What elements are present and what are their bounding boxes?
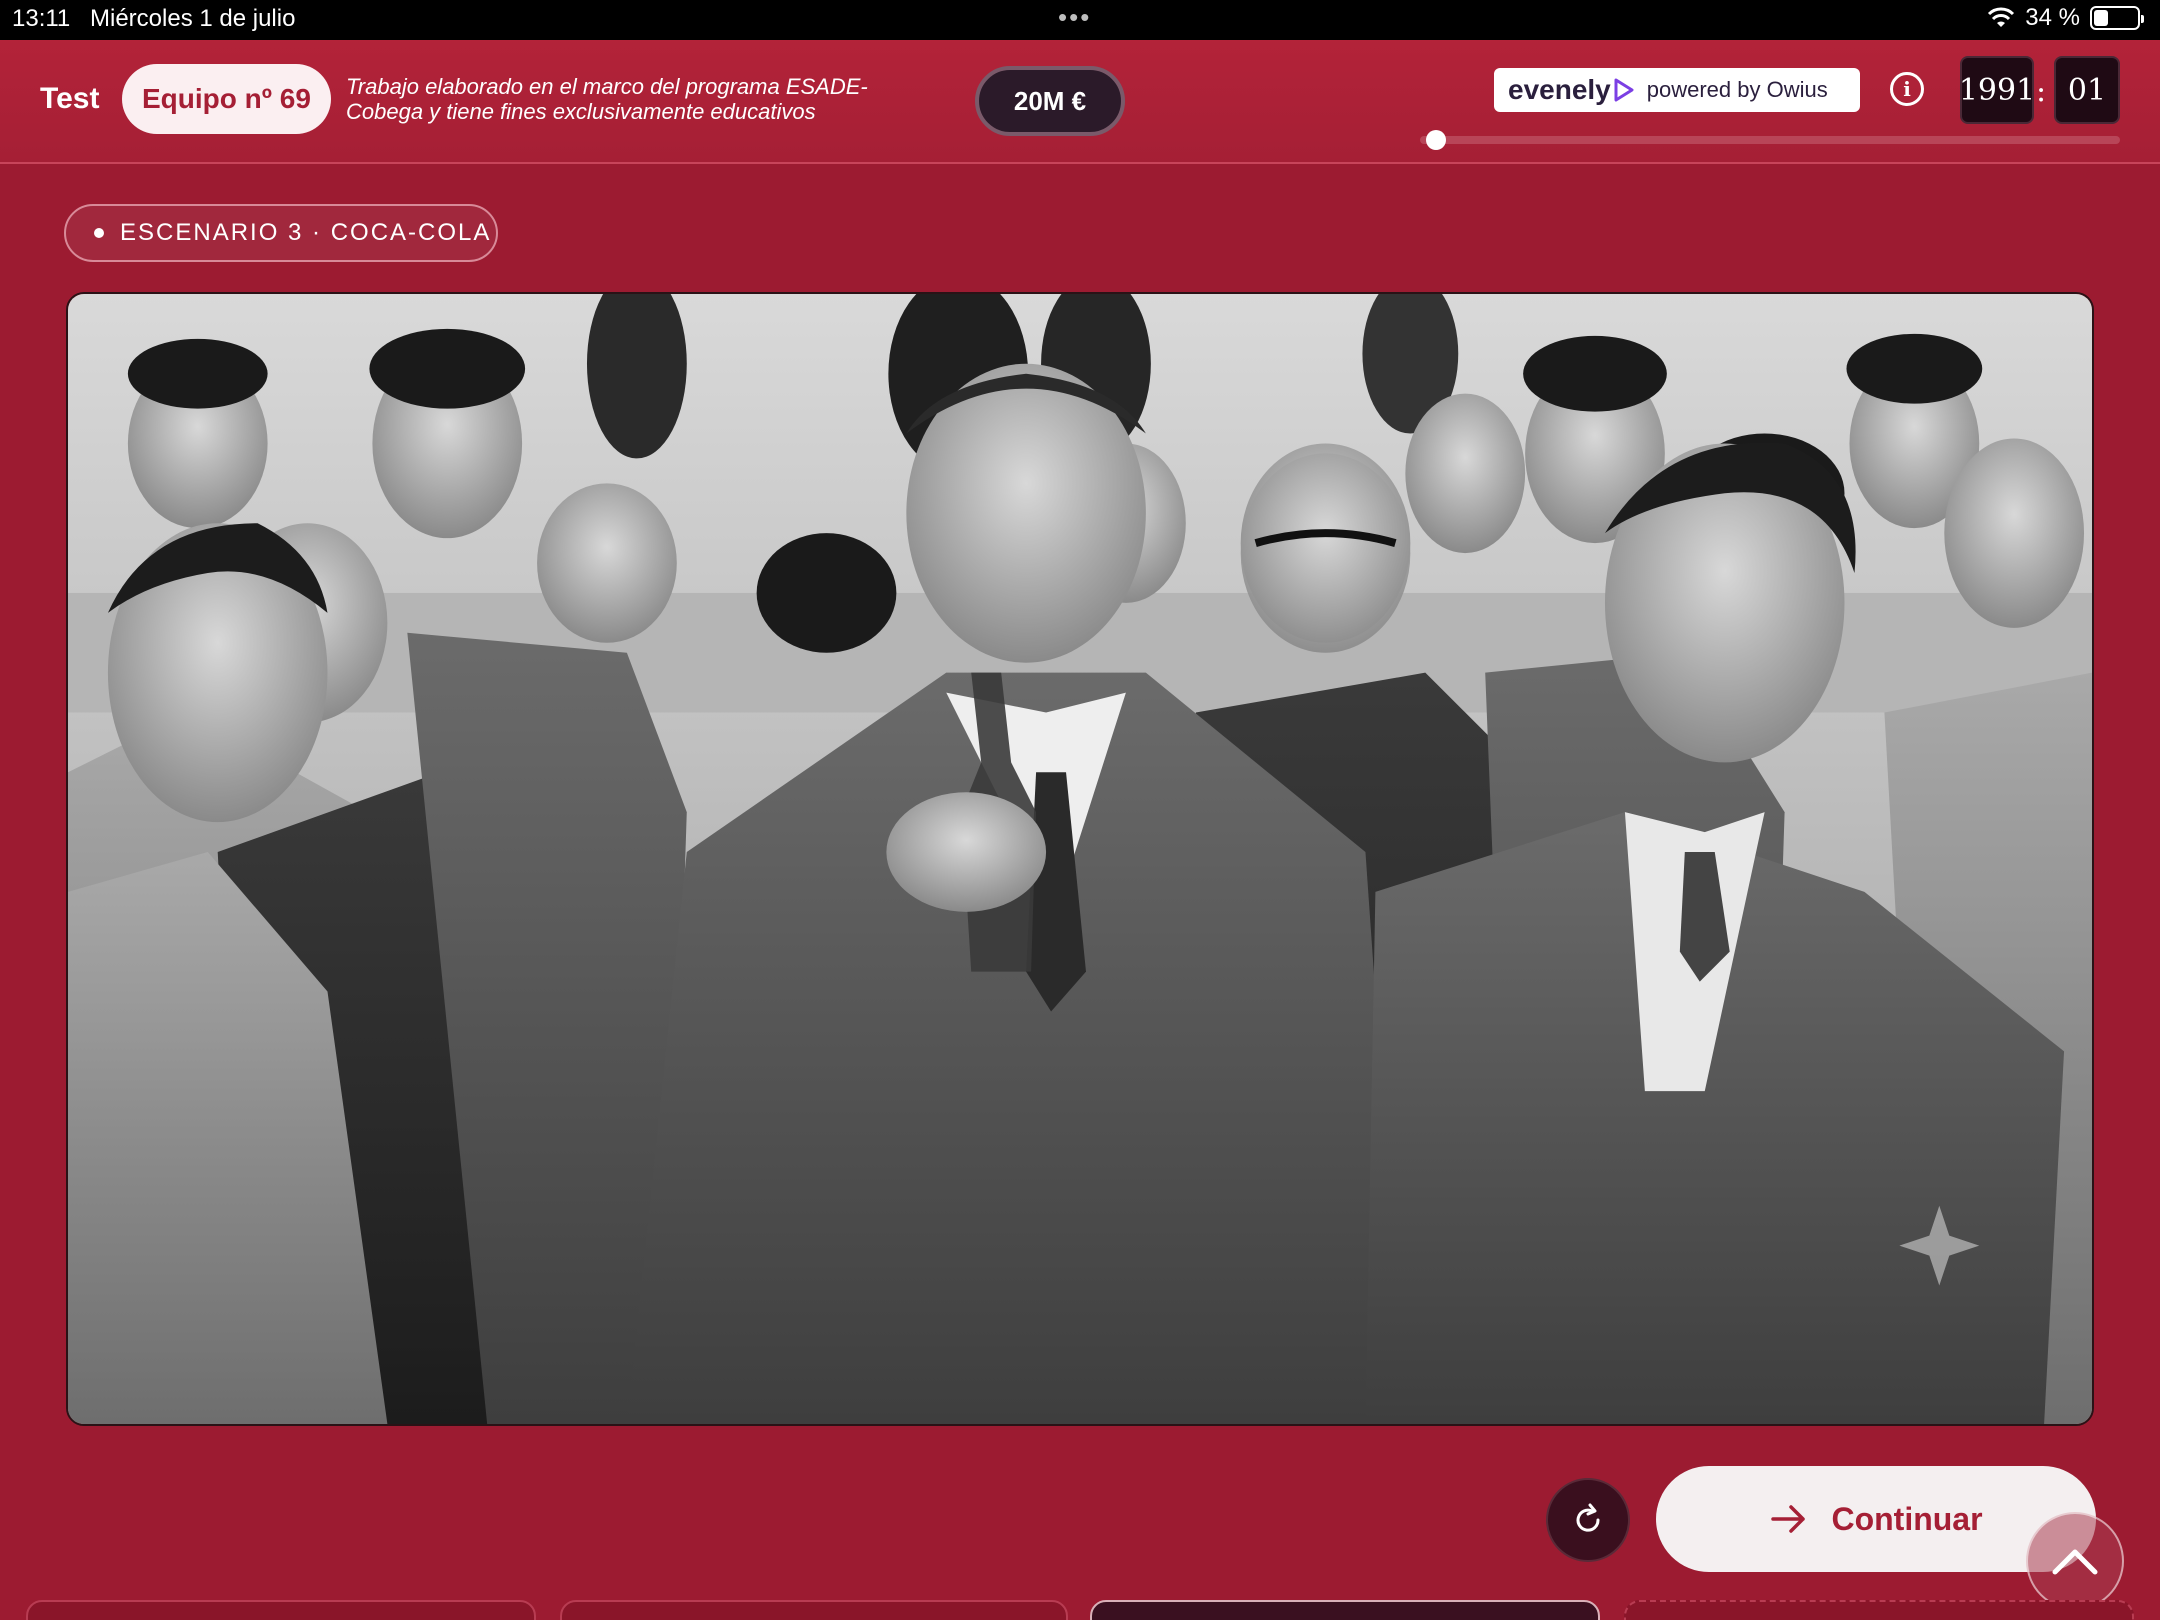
brand-name: evenely bbox=[1508, 74, 1611, 105]
disclaimer-text: Trabajo elaborado en el marco del progra… bbox=[346, 74, 868, 124]
app-header: Test Equipo nº 69 Trabajo elaborado en e… bbox=[0, 40, 2160, 164]
wifi-icon bbox=[1988, 7, 2015, 27]
scenario-label: ESCENARIO 3 · COCA-COLA bbox=[120, 219, 492, 246]
month-display: 01 bbox=[2054, 56, 2120, 124]
refresh-icon bbox=[1576, 1503, 1600, 1532]
bottom-tab-4[interactable] bbox=[1624, 1600, 2134, 1620]
brand-powered-by: powered by Owius bbox=[1646, 77, 1828, 102]
timeline-progress[interactable] bbox=[1420, 130, 2120, 150]
year-display: 1991 bbox=[1959, 56, 2035, 124]
chevron-up-icon bbox=[2052, 1549, 2098, 1575]
play-arrow-logo-icon bbox=[1614, 78, 1634, 102]
timeline-knob[interactable] bbox=[1426, 130, 1446, 150]
scenario-tag: ESCENARIO 3 · COCA-COLA bbox=[64, 204, 498, 262]
continue-label: Continuar bbox=[1831, 1500, 1983, 1537]
budget-badge[interactable]: 20M € bbox=[975, 66, 1125, 136]
bottom-tab-1[interactable] bbox=[26, 1600, 536, 1620]
team-badge: Equipo nº 69 bbox=[122, 64, 331, 134]
info-icon[interactable]: i bbox=[1890, 72, 1924, 106]
status-bar: 13:11 Miércoles 1 de julio ••• 34 % bbox=[0, 0, 2160, 40]
scenario-photo bbox=[66, 292, 2094, 1426]
scroll-to-top-button[interactable] bbox=[2026, 1512, 2124, 1610]
bottom-tab-3[interactable] bbox=[1090, 1600, 1600, 1620]
battery-percentage: 34 % bbox=[2025, 4, 2080, 31]
arrow-right-icon bbox=[1771, 1505, 1806, 1533]
refresh-button[interactable] bbox=[1546, 1478, 1630, 1562]
status-right: 34 % bbox=[1987, 4, 2144, 32]
status-time: 13:11 bbox=[12, 5, 71, 32]
date-separator: : bbox=[2036, 74, 2047, 109]
bullet-icon bbox=[94, 228, 104, 238]
battery-icon bbox=[2090, 6, 2144, 30]
bottom-tab-2[interactable] bbox=[560, 1600, 1068, 1620]
status-date: Miércoles 1 de julio bbox=[90, 5, 296, 32]
multitasking-dots[interactable]: ••• bbox=[1058, 2, 1091, 33]
historic-photo-illustration bbox=[68, 294, 2092, 1424]
brand-logo: evenely powered by Owius bbox=[1494, 68, 1860, 112]
mode-label: Test bbox=[40, 82, 100, 115]
